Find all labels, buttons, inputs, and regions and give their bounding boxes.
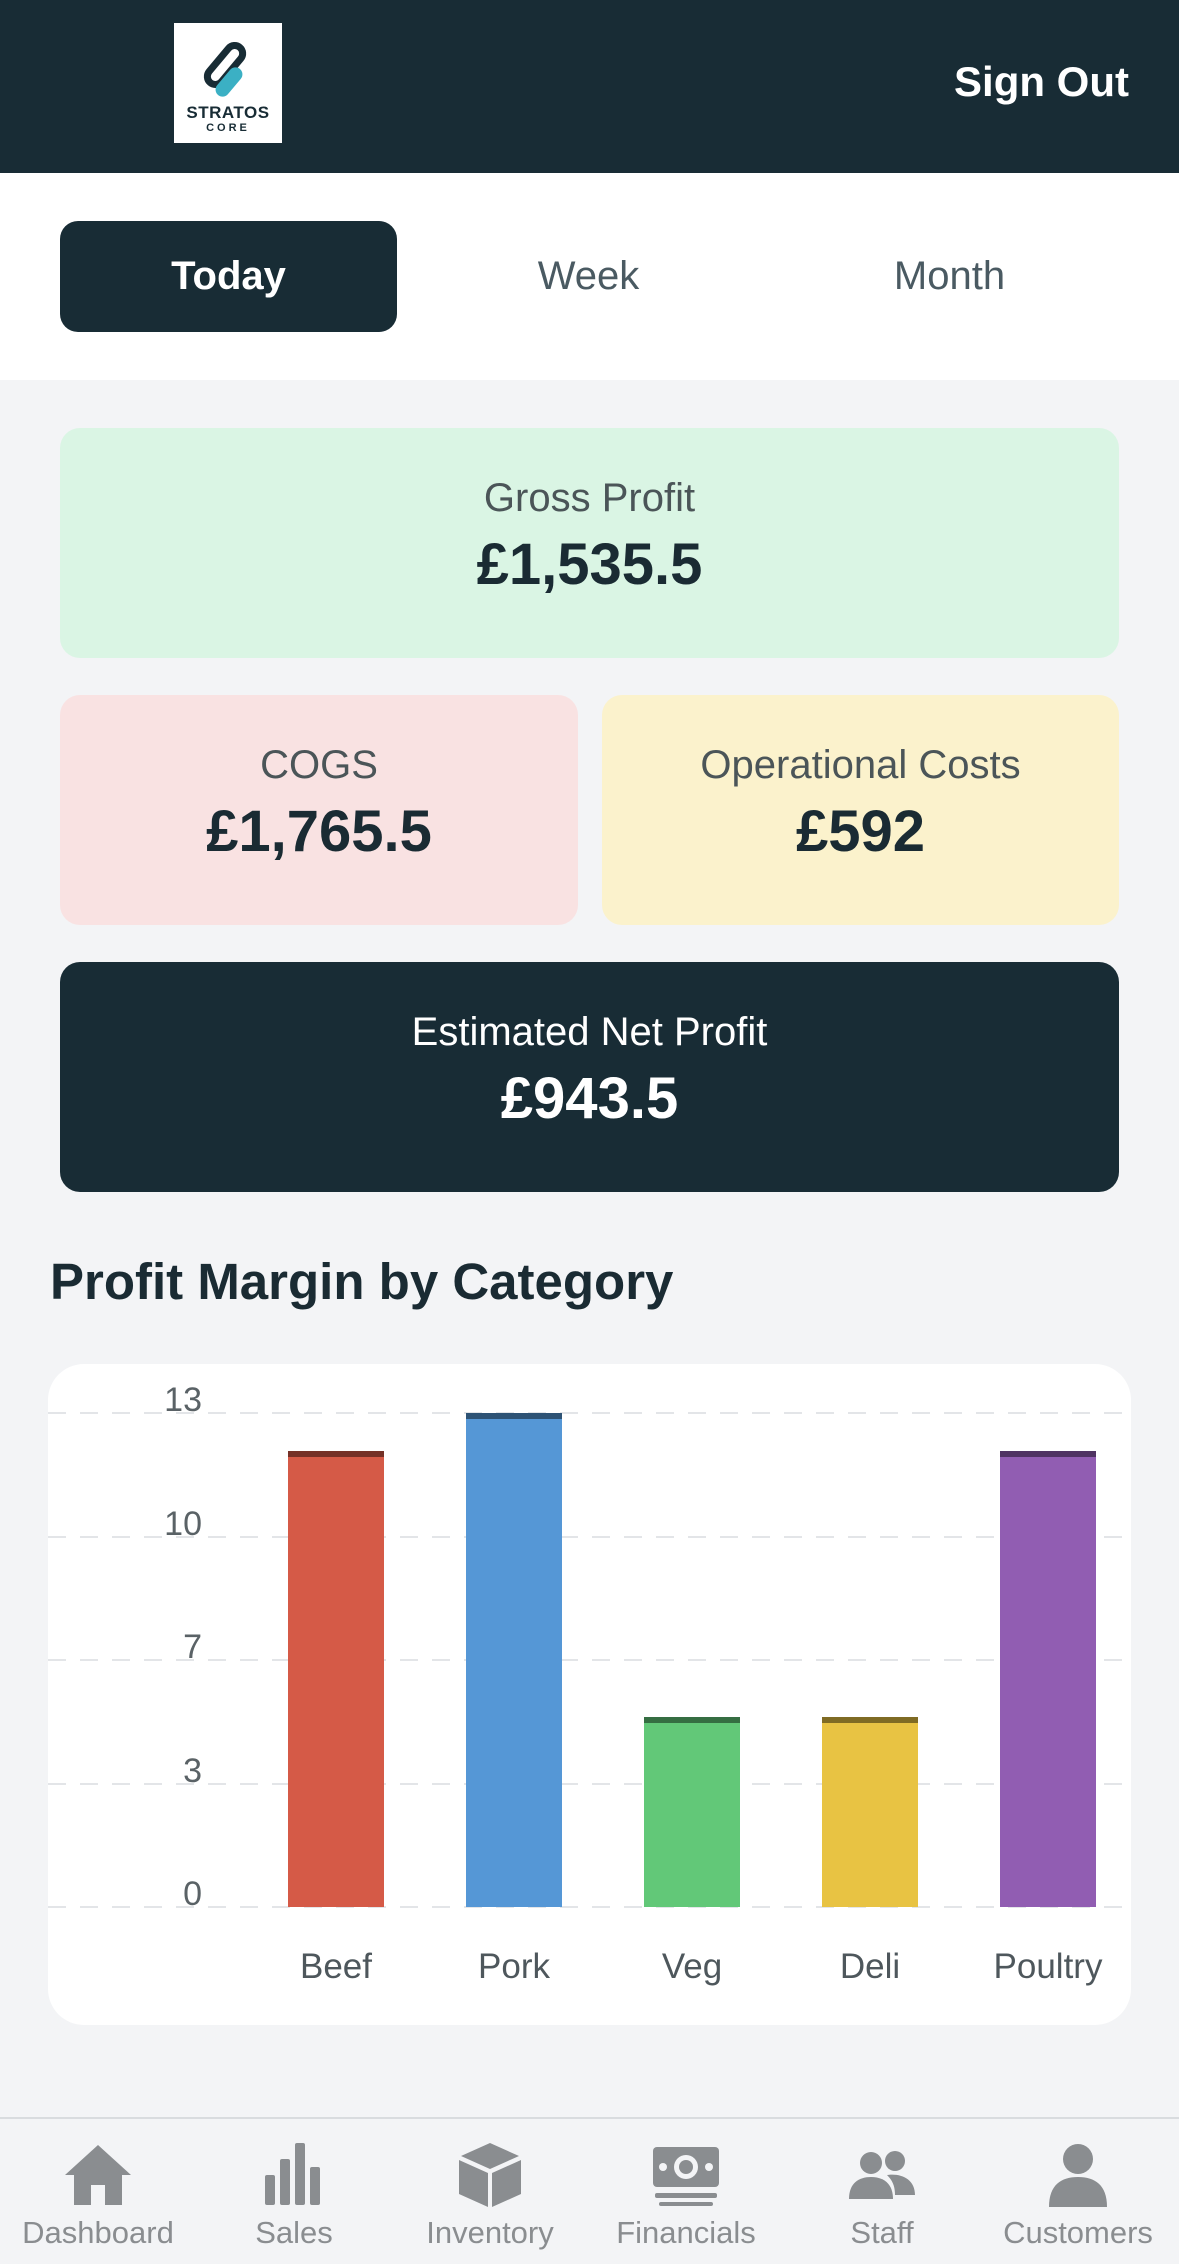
sign-out-button[interactable]: Sign Out — [954, 58, 1129, 106]
nav-financials[interactable]: Financials — [588, 2119, 784, 2264]
money-icon — [653, 2147, 719, 2206]
cogs-value: £1,765.5 — [206, 799, 432, 864]
bottom-nav: Dashboard Sales Inventory Financials Sta… — [0, 2117, 1179, 2264]
bar-veg[interactable] — [644, 1717, 740, 1907]
y-tick-label: 3 — [183, 1752, 202, 1790]
y-tick-label: 13 — [164, 1381, 202, 1419]
gross-profit-value: £1,535.5 — [476, 532, 703, 597]
net-profit-label: Estimated Net Profit — [411, 1010, 768, 1054]
operational-costs-value: £592 — [795, 799, 926, 864]
stratos-core-logo[interactable]: STRATOS CORE — [174, 23, 282, 143]
period-tabs: Today Week Month — [0, 173, 1179, 380]
bar-beef[interactable] — [288, 1451, 384, 1907]
x-tick-label: Deli — [840, 1947, 900, 1986]
bar-cap-pork — [466, 1413, 562, 1419]
operational-costs-card: Operational Costs £592 — [602, 695, 1119, 925]
logo-line2: CORE — [206, 122, 250, 134]
nav-customers[interactable]: Customers — [980, 2119, 1176, 2264]
nav-staff[interactable]: Staff — [784, 2119, 980, 2264]
nav-inventory[interactable]: Inventory — [392, 2119, 588, 2264]
x-tick-label: Beef — [300, 1947, 372, 1986]
bar-chart-icon — [265, 2143, 320, 2205]
x-tick-label: Poultry — [994, 1947, 1103, 1986]
user-icon — [1049, 2144, 1107, 2207]
net-profit-value: £943.5 — [500, 1066, 679, 1131]
nav-label-dashboard: Dashboard — [22, 2215, 174, 2250]
app-header: STRATOS CORE Sign Out — [0, 0, 1179, 173]
box-icon — [459, 2143, 521, 2207]
cogs-card: COGS £1,765.5 — [60, 695, 578, 925]
bar-cap-veg — [644, 1717, 740, 1723]
chart-section-title: Profit Margin by Category — [50, 1253, 674, 1310]
tab-month[interactable]: Month — [781, 221, 1118, 332]
y-tick-label: 0 — [183, 1875, 202, 1913]
x-tick-label: Veg — [662, 1947, 722, 1986]
nav-label-financials: Financials — [616, 2215, 756, 2250]
bar-poultry[interactable] — [1000, 1451, 1096, 1907]
bar-cap-deli — [822, 1717, 918, 1723]
y-tick-label: 7 — [183, 1628, 202, 1666]
nav-sales[interactable]: Sales — [196, 2119, 392, 2264]
logo-mark-icon — [203, 42, 247, 97]
bar-cap-poultry — [1000, 1451, 1096, 1457]
nav-label-customers: Customers — [1003, 2215, 1153, 2250]
chart-svg: 0 3 7 10 13 Beef Pork Veg Deli Poultry — [48, 1381, 1131, 1986]
logo-line1: STRATOS — [186, 103, 270, 122]
gross-profit-label: Gross Profit — [483, 476, 696, 520]
nav-dashboard[interactable]: Dashboard — [0, 2119, 196, 2264]
tab-today[interactable]: Today — [60, 221, 397, 332]
x-tick-label: Pork — [478, 1947, 550, 1986]
operational-costs-label: Operational Costs — [700, 743, 1021, 787]
bar-cap-beef — [288, 1451, 384, 1457]
nav-label-staff: Staff — [850, 2215, 914, 2250]
cogs-label: COGS — [260, 743, 378, 787]
users-icon — [849, 2151, 915, 2199]
gross-profit-card: Gross Profit £1,535.5 — [60, 428, 1119, 658]
home-icon — [65, 2145, 131, 2205]
tab-week[interactable]: Week — [420, 221, 757, 332]
y-tick-label: 10 — [164, 1505, 202, 1543]
nav-label-sales: Sales — [255, 2215, 333, 2250]
net-profit-card: Estimated Net Profit £943.5 — [60, 962, 1119, 1192]
profit-margin-chart: 0 3 7 10 13 Beef Pork Veg Deli Poultry — [48, 1364, 1131, 2025]
bar-pork[interactable] — [466, 1413, 562, 1907]
bar-deli[interactable] — [822, 1717, 918, 1907]
nav-label-inventory: Inventory — [426, 2215, 554, 2250]
